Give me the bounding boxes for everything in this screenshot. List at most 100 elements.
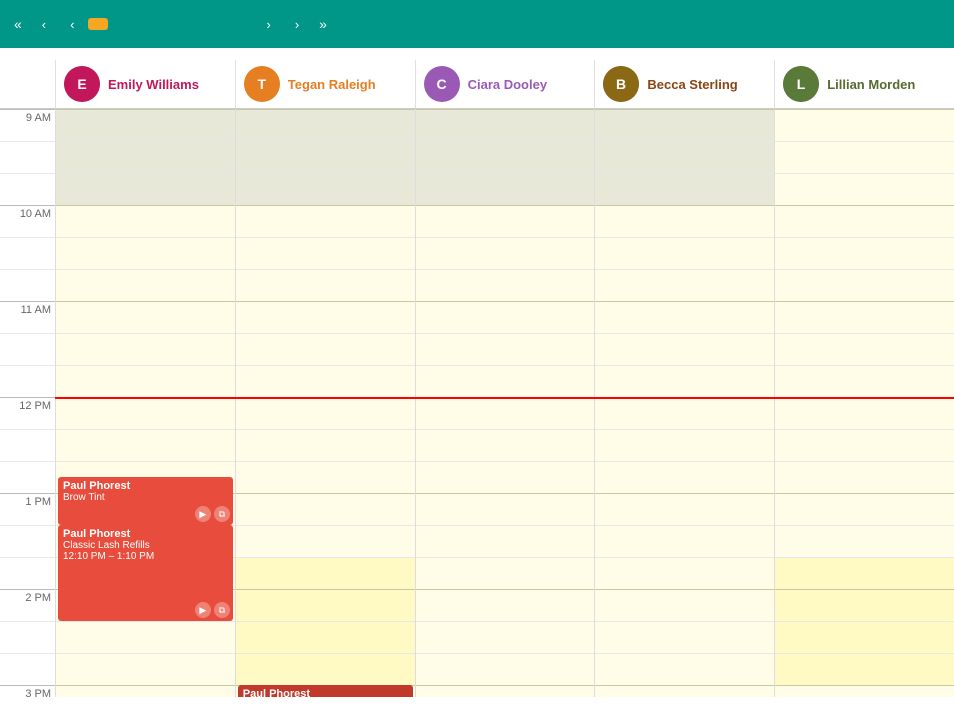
calendar-cell[interactable] (416, 685, 595, 697)
calendar-cell[interactable] (56, 301, 235, 333)
mon-button[interactable] (208, 18, 228, 30)
calendar-cell[interactable] (416, 205, 595, 237)
calendar-cell[interactable] (775, 429, 954, 461)
calendar-cell[interactable] (56, 269, 235, 301)
staff-col-tegan[interactable]: Paul PhorestActive Vitamin Treatment (3 … (235, 109, 415, 697)
calendar-cell[interactable] (236, 333, 415, 365)
calendar-cell[interactable] (775, 653, 954, 685)
calendar-cell[interactable] (416, 525, 595, 557)
appointment-block-2[interactable]: Paul PhorestActive Vitamin Treatment (3 … (238, 685, 413, 697)
appointment-action-icon[interactable]: ▶ (195, 506, 211, 522)
calendar-cell[interactable] (595, 589, 774, 621)
next-day-button[interactable]: › (256, 11, 280, 38)
calendar-cell[interactable] (236, 365, 415, 397)
appointment-action-icon[interactable]: ⧉ (214, 602, 230, 618)
calendar-cell[interactable] (595, 461, 774, 493)
calendar-cell[interactable] (595, 205, 774, 237)
calendar-cell[interactable] (775, 589, 954, 621)
calendar-cell[interactable] (236, 493, 415, 525)
appointment-action-icon[interactable]: ▶ (195, 602, 211, 618)
calendar-cell[interactable] (595, 429, 774, 461)
calendar-cell[interactable] (775, 205, 954, 237)
sat-button[interactable] (160, 18, 180, 30)
calendar-cell[interactable] (416, 621, 595, 653)
sun-button[interactable] (184, 18, 204, 30)
calendar-cell[interactable] (56, 173, 235, 205)
calendar-cell[interactable] (595, 301, 774, 333)
calendar-cell[interactable] (595, 557, 774, 589)
calendar-cell[interactable] (56, 237, 235, 269)
fri-button[interactable] (136, 18, 156, 30)
calendar-cell[interactable] (416, 333, 595, 365)
calendar-cell[interactable] (775, 461, 954, 493)
calendar-cell[interactable] (416, 173, 595, 205)
calendar-cell[interactable] (236, 461, 415, 493)
calendar-cell[interactable] (56, 621, 235, 653)
tue-button[interactable] (232, 18, 252, 30)
calendar-cell[interactable] (775, 621, 954, 653)
calendar-cell[interactable] (56, 109, 235, 141)
calendar-cell[interactable] (595, 525, 774, 557)
calendar-cell[interactable] (416, 301, 595, 333)
staff-col-lillian[interactable] (774, 109, 954, 697)
calendar-cell[interactable] (416, 397, 595, 429)
calendar-cell[interactable] (595, 333, 774, 365)
prev-day-button[interactable]: ‹ (60, 11, 84, 38)
calendar-cell[interactable] (595, 365, 774, 397)
appointment-block-0[interactable]: Paul PhorestBrow Tint▶⧉ (58, 477, 233, 525)
double-next-button[interactable]: » (313, 12, 333, 36)
prev-week-button[interactable]: ‹ (32, 11, 56, 38)
calendar-cell[interactable] (56, 333, 235, 365)
calendar-cell[interactable] (775, 301, 954, 333)
calendar-cell[interactable] (236, 557, 415, 589)
calendar-cell[interactable] (416, 429, 595, 461)
calendar-cell[interactable] (56, 429, 235, 461)
calendar-cell[interactable] (416, 493, 595, 525)
calendar-cell[interactable] (56, 397, 235, 429)
calendar-cell[interactable] (595, 493, 774, 525)
calendar-cell[interactable] (595, 621, 774, 653)
calendar-cell[interactable] (236, 109, 415, 141)
appointment-action-icon[interactable]: ⧉ (214, 506, 230, 522)
calendar-cell[interactable] (595, 397, 774, 429)
calendar-cell[interactable] (236, 621, 415, 653)
calendar-cell[interactable] (236, 237, 415, 269)
staff-col-becca[interactable] (594, 109, 774, 697)
calendar-cell[interactable] (775, 557, 954, 589)
calendar-cell[interactable] (416, 365, 595, 397)
calendar-cell[interactable] (416, 109, 595, 141)
today-button[interactable] (88, 18, 108, 30)
calendar-cell[interactable] (56, 141, 235, 173)
calendar-cell[interactable] (416, 269, 595, 301)
calendar-cell[interactable] (595, 269, 774, 301)
calendar-cell[interactable] (416, 557, 595, 589)
calendar-cell[interactable] (236, 589, 415, 621)
calendar-cell[interactable] (775, 525, 954, 557)
calendar-cell[interactable] (236, 205, 415, 237)
calendar-cell[interactable] (775, 173, 954, 205)
next-week-button[interactable]: › (285, 11, 309, 38)
calendar-cell[interactable] (416, 237, 595, 269)
calendar-cell[interactable] (775, 685, 954, 697)
calendar-cell[interactable] (595, 685, 774, 697)
calendar-cell[interactable] (236, 525, 415, 557)
calendar-cell[interactable] (236, 173, 415, 205)
calendar-cell[interactable] (416, 141, 595, 173)
calendar-cell[interactable] (595, 141, 774, 173)
calendar-cell[interactable] (236, 653, 415, 685)
calendar-cell[interactable] (775, 109, 954, 141)
calendar-cell[interactable] (236, 269, 415, 301)
calendar-cell[interactable] (775, 333, 954, 365)
calendar-cell[interactable] (416, 461, 595, 493)
calendar-cell[interactable] (595, 109, 774, 141)
calendar-cell[interactable] (236, 141, 415, 173)
calendar-cell[interactable] (56, 365, 235, 397)
calendar-cell[interactable] (775, 365, 954, 397)
calendar-cell[interactable] (775, 141, 954, 173)
calendar-cell[interactable] (595, 237, 774, 269)
calendar-cell[interactable] (416, 589, 595, 621)
double-prev-button[interactable]: « (8, 12, 28, 36)
calendar-cell[interactable] (775, 269, 954, 301)
staff-col-emily[interactable]: Paul PhorestBrow Tint▶⧉Paul PhorestClass… (55, 109, 235, 697)
calendar-cell[interactable] (236, 301, 415, 333)
